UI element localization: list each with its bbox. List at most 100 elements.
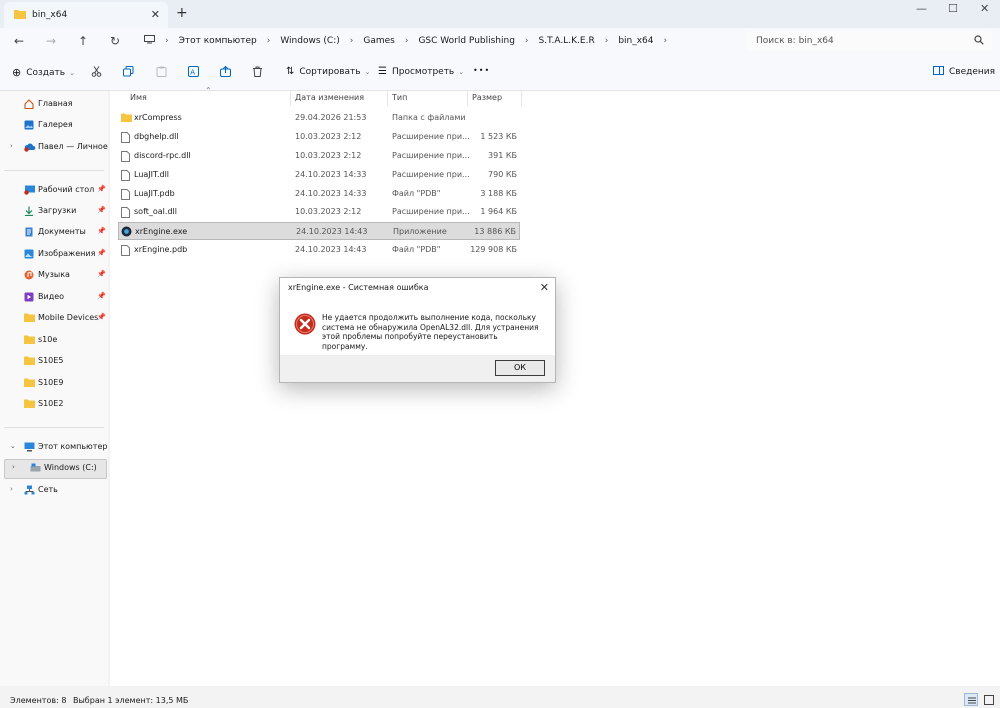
- chevron-right-icon[interactable]: ›: [664, 36, 668, 46]
- chevron-right-icon[interactable]: ›: [12, 463, 15, 471]
- sidebar-item-s10e2[interactable]: S10E2: [0, 394, 108, 414]
- chevron-down-icon[interactable]: ⌄: [10, 442, 16, 450]
- sidebar-item-home[interactable]: Главная: [0, 94, 108, 114]
- rename-icon[interactable]: A: [188, 66, 199, 80]
- tiles-view-icon[interactable]: [984, 695, 994, 708]
- dialog-close-icon[interactable]: ✕: [540, 281, 549, 294]
- column-separator[interactable]: [290, 90, 291, 106]
- view-button[interactable]: ☰ Просмотреть ⌄: [378, 66, 464, 77]
- file-type: Папка с файлами: [392, 113, 466, 122]
- sidebar-item-desktop[interactable]: Рабочий стол 📌: [0, 180, 108, 200]
- sidebar-item-pictures[interactable]: Изображения 📌: [0, 244, 108, 264]
- sidebar-item-s10e9[interactable]: S10E9: [0, 373, 108, 393]
- file-name: discord-rpc.dll: [134, 151, 191, 160]
- column-header-size[interactable]: Размер: [472, 93, 502, 102]
- file-date: 24.10.2023 14:33: [295, 189, 367, 198]
- paste-icon[interactable]: [156, 66, 167, 80]
- table-row[interactable]: xrCompress 29.04.2026 21:53 Папка с файл…: [118, 109, 520, 127]
- tab-bin-x64[interactable]: bin_x64 ✕: [4, 2, 168, 28]
- sidebar-item-drive-c[interactable]: › Windows (C:): [0, 458, 108, 478]
- more-options-button[interactable]: •••: [473, 66, 490, 75]
- sidebar-item-this-pc[interactable]: ⌄ Этот компьютер: [0, 437, 108, 457]
- details-view-icon[interactable]: [964, 693, 978, 706]
- pin-icon[interactable]: 📌: [97, 313, 106, 321]
- forward-arrow-icon[interactable]: →: [46, 34, 56, 48]
- music-icon: [24, 270, 34, 280]
- table-row[interactable]: dbghelp.dll 10.03.2023 2:12 Расширение п…: [118, 128, 520, 146]
- sidebar-divider: [4, 427, 104, 428]
- chevron-right-icon: ›: [266, 36, 271, 46]
- address-bar[interactable]: › Этот компьютер › Windows (C:) › Games …: [136, 31, 736, 51]
- search-icon: [974, 35, 984, 48]
- file-name: xrEngine.pdb: [134, 245, 188, 254]
- table-row[interactable]: soft_oal.dll 10.03.2023 2:12 Расширение …: [118, 203, 520, 221]
- column-separator[interactable]: [467, 90, 468, 106]
- column-separator[interactable]: [387, 90, 388, 106]
- pin-icon[interactable]: 📌: [97, 227, 106, 235]
- breadcrumb-bin-x64[interactable]: bin_x64: [618, 36, 653, 46]
- table-row[interactable]: xrEngine.pdb 24.10.2023 14:43 Файл "PDB"…: [118, 241, 520, 259]
- pin-icon[interactable]: 📌: [97, 185, 106, 193]
- cut-icon[interactable]: [91, 66, 102, 80]
- copy-icon[interactable]: [123, 66, 134, 80]
- dll-file-icon: [121, 207, 131, 218]
- tab-close-icon[interactable]: ✕: [151, 8, 160, 21]
- pc-icon: [24, 442, 35, 452]
- file-size: 129 908 КБ: [470, 245, 517, 254]
- sidebar-item-music[interactable]: Музыка 📌: [0, 265, 108, 285]
- delete-icon[interactable]: [252, 66, 263, 80]
- breadcrumb-stalker[interactable]: S.T.A.L.K.E.R: [539, 36, 595, 46]
- file-name: LuaJIT.dll: [134, 170, 170, 179]
- pin-icon[interactable]: 📌: [97, 249, 106, 257]
- ok-button[interactable]: ОК: [495, 360, 545, 376]
- column-header-type[interactable]: Тип: [392, 93, 407, 102]
- create-button[interactable]: ⊕ Создать ⌄: [12, 66, 75, 79]
- breadcrumb-this-pc[interactable]: Этот компьютер: [179, 36, 257, 46]
- error-icon: [294, 313, 316, 338]
- table-row-selected[interactable]: xrEngine.exe 24.10.2023 14:43 Приложение…: [118, 222, 520, 240]
- column-header-name[interactable]: Имя: [130, 93, 147, 102]
- breadcrumb-drive-c[interactable]: Windows (C:): [280, 36, 339, 46]
- sidebar-item-downloads[interactable]: Загрузки 📌: [0, 201, 108, 221]
- column-separator[interactable]: [521, 90, 522, 106]
- breadcrumb-games[interactable]: Games: [363, 36, 394, 46]
- sidebar-item-gallery[interactable]: Галерея: [0, 115, 108, 135]
- dll-file-icon: [121, 132, 131, 143]
- search-placeholder: Поиск в: bin_x64: [756, 36, 834, 46]
- new-tab-button[interactable]: +: [176, 5, 188, 21]
- chevron-right-icon[interactable]: ›: [10, 142, 13, 150]
- pin-icon[interactable]: 📌: [97, 270, 106, 278]
- sidebar-item-network[interactable]: › Сеть: [0, 480, 108, 500]
- table-row[interactable]: LuaJIT.pdb 24.10.2023 14:33 Файл "PDB" 3…: [118, 185, 520, 203]
- column-header-date[interactable]: Дата изменения: [295, 93, 364, 102]
- sidebar-item-documents[interactable]: Документы 📌: [0, 222, 108, 242]
- file-size: 3 188 КБ: [480, 189, 517, 198]
- maximize-button[interactable]: ☐: [948, 2, 958, 15]
- file-date: 10.03.2023 2:12: [295, 132, 362, 141]
- refresh-icon[interactable]: ↻: [110, 34, 120, 48]
- sidebar-item-onedrive[interactable]: › Павел — Личное: [0, 137, 108, 157]
- pin-icon[interactable]: 📌: [97, 206, 106, 214]
- chevron-right-icon[interactable]: ›: [10, 485, 13, 493]
- documents-icon: [24, 227, 34, 237]
- sort-button[interactable]: ⇅ Сортировать ⌄: [286, 66, 370, 77]
- table-row[interactable]: discord-rpc.dll 10.03.2023 2:12 Расширен…: [118, 147, 520, 165]
- back-arrow-icon[interactable]: ←: [14, 34, 24, 48]
- pin-icon[interactable]: 📌: [97, 292, 106, 300]
- details-button[interactable]: Сведения: [933, 66, 995, 78]
- minimize-button[interactable]: —: [916, 2, 927, 15]
- sidebar-item-mobile-devices[interactable]: Mobile Devices 📌: [0, 308, 108, 328]
- sidebar-item-s10e5[interactable]: S10E5: [0, 351, 108, 371]
- table-row[interactable]: LuaJIT.dll 24.10.2023 14:33 Расширение п…: [118, 166, 520, 184]
- up-arrow-icon[interactable]: ↑: [78, 34, 88, 48]
- close-window-button[interactable]: ✕: [980, 2, 989, 15]
- sidebar-item-video[interactable]: Видео 📌: [0, 287, 108, 307]
- file-type: Файл "PDB": [392, 245, 441, 254]
- breadcrumb-gsc[interactable]: GSC World Publishing: [418, 36, 514, 46]
- search-input[interactable]: Поиск в: bin_x64: [746, 31, 992, 51]
- share-icon[interactable]: [220, 65, 231, 80]
- sort-icon: ⇅: [286, 66, 295, 77]
- chevron-right-icon: ›: [349, 36, 354, 46]
- sidebar-divider: [4, 170, 104, 171]
- sidebar-item-s10e[interactable]: s10e: [0, 330, 108, 350]
